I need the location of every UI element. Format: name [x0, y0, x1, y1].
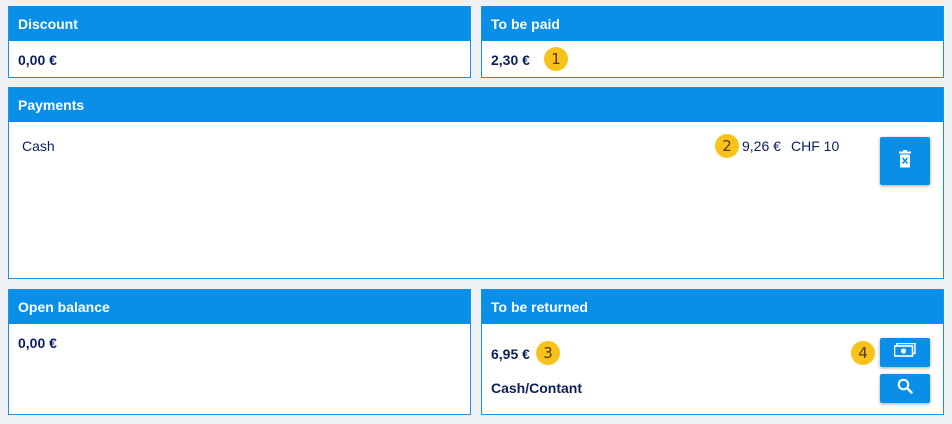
- cash-return-button[interactable]: [880, 338, 930, 367]
- discount-panel: Discount 0,00 €: [8, 6, 471, 78]
- search-icon: [897, 378, 913, 399]
- open-balance-panel: Open balance 0,00 €: [8, 289, 471, 415]
- discount-header: Discount: [9, 7, 470, 41]
- marker-badge-2: 2: [715, 134, 739, 158]
- marker-badge-1: 1: [544, 47, 568, 71]
- delete-payment-button[interactable]: [880, 137, 930, 185]
- trash-icon: [898, 149, 912, 173]
- to-be-returned-panel: To be returned 6,95 € 3 Cash/Contant 4: [481, 289, 944, 415]
- payment-amount: 9,26 €: [742, 138, 781, 154]
- discount-value: 0,00 €: [18, 52, 57, 68]
- to-be-paid-value: 2,30 €: [491, 52, 530, 68]
- payment-method: Cash: [22, 138, 55, 154]
- marker-badge-4: 4: [851, 341, 875, 365]
- banknote-icon: [893, 342, 916, 362]
- to-be-returned-value: 6,95 €: [491, 346, 530, 362]
- open-balance-value: 0,00 €: [18, 335, 57, 351]
- to-be-paid-header: To be paid: [482, 7, 943, 41]
- to-be-returned-header: To be returned: [482, 290, 943, 324]
- payment-currency-note: CHF 10: [791, 138, 840, 154]
- to-be-paid-panel: To be paid 2,30 € 1: [481, 6, 944, 78]
- return-method: Cash/Contant: [491, 380, 582, 396]
- payments-header: Payments: [9, 88, 943, 122]
- open-balance-header: Open balance: [9, 290, 470, 324]
- search-return-method-button[interactable]: [880, 374, 930, 403]
- payments-panel: Payments Cash 2 9,26 € CHF 10: [8, 87, 944, 279]
- marker-badge-3: 3: [536, 341, 560, 365]
